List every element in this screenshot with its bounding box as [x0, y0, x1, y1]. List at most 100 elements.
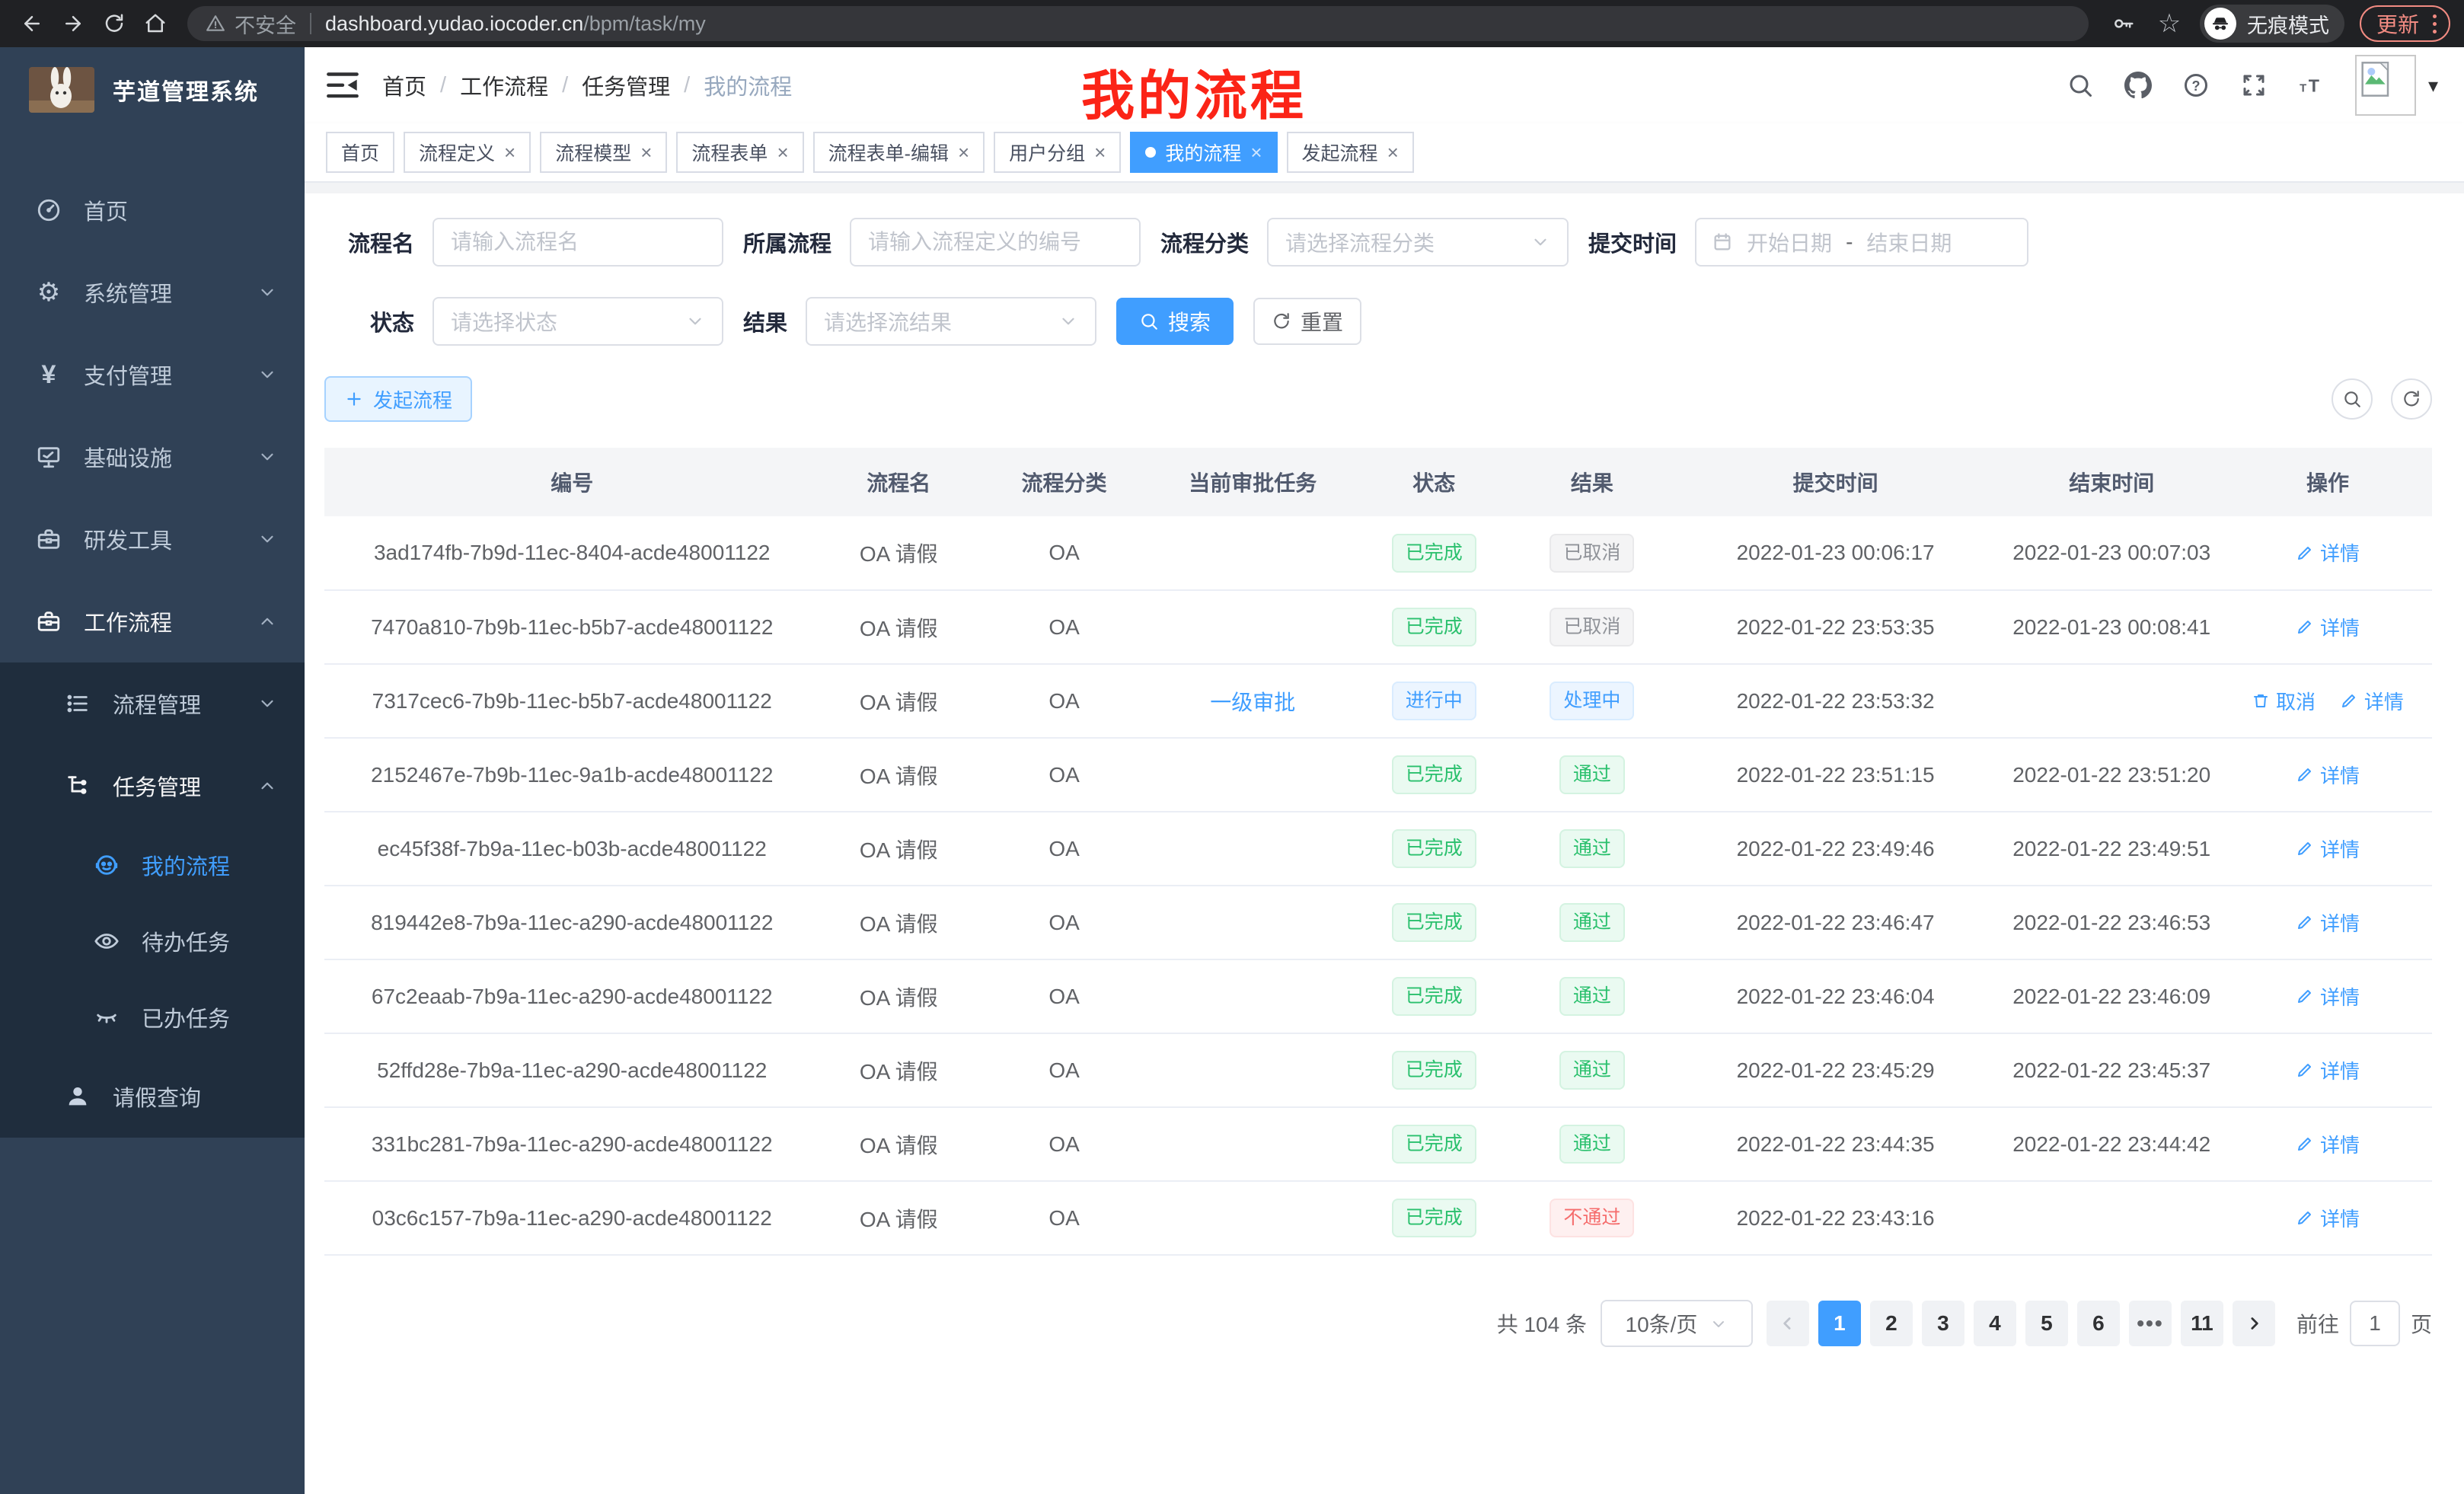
address-bar[interactable]: 不安全 dashboard.yudao.iocoder.cn /bpm/task…	[187, 6, 2089, 41]
goto-page-input[interactable]	[2350, 1301, 2400, 1346]
app-title: 芋道管理系统	[113, 73, 259, 107]
page-button-1[interactable]: 1	[1818, 1301, 1861, 1346]
sidebar-item-dev-tools[interactable]: 研发工具	[0, 498, 305, 580]
close-icon[interactable]: ×	[1250, 141, 1262, 164]
close-icon[interactable]: ×	[777, 141, 788, 164]
reset-button[interactable]: 重置	[1253, 298, 1361, 345]
sidebar-item-leave-query[interactable]: 请假查询	[0, 1055, 305, 1138]
detail-button[interactable]: 详情	[2296, 1056, 2360, 1084]
result-select[interactable]: 请选择流结果	[806, 297, 1096, 346]
start-date-placeholder[interactable]: 开始日期	[1747, 227, 1832, 257]
page-button-3[interactable]: 3	[1922, 1301, 1964, 1346]
browser-menu-icon[interactable]	[2433, 14, 2437, 34]
svg-text:T: T	[2300, 82, 2306, 94]
process-definition-input[interactable]	[850, 218, 1141, 267]
col-current-task: 当前审批任务	[1151, 448, 1355, 516]
sidebar-fold-icon[interactable]	[326, 70, 359, 101]
tab-home[interactable]: 首页	[326, 132, 394, 173]
help-icon[interactable]: ?	[2182, 71, 2210, 100]
current-task-link[interactable]: 一级审批	[1210, 691, 1295, 714]
sidebar-item-todo-tasks[interactable]: 待办任务	[0, 903, 305, 979]
status-badge: 已完成	[1392, 755, 1476, 794]
fullscreen-icon[interactable]	[2239, 71, 2268, 100]
prev-page-button[interactable]	[1767, 1301, 1809, 1346]
process-name-label: 流程名	[324, 226, 414, 258]
tab-start-process[interactable]: 发起流程×	[1287, 132, 1414, 173]
tabbar-gap	[305, 183, 2464, 193]
refresh-table-button[interactable]	[2391, 378, 2432, 420]
tab-process-form-edit[interactable]: 流程表单-编辑×	[813, 132, 985, 173]
home-icon[interactable]	[137, 5, 174, 42]
tab-process-model[interactable]: 流程模型×	[540, 132, 667, 173]
page-size-select[interactable]: 10条/页	[1601, 1300, 1753, 1347]
sidebar-item-task-management[interactable]: 任务管理	[0, 745, 305, 827]
page-button-2[interactable]: 2	[1870, 1301, 1913, 1346]
update-button[interactable]: 更新	[2360, 5, 2450, 42]
font-size-icon[interactable]: TT	[2297, 71, 2326, 100]
close-icon[interactable]: ×	[640, 141, 652, 164]
toggle-search-button[interactable]	[2332, 378, 2373, 420]
breadcrumb-task-management[interactable]: 任务管理	[582, 69, 670, 101]
sidebar-item-done-tasks[interactable]: 已办任务	[0, 979, 305, 1055]
detail-button[interactable]: 详情	[2296, 613, 2360, 641]
filter-row-1: 流程名 所属流程 流程分类 请选择流程分类 提交时间 开始日期 - 结束日期	[324, 218, 2432, 267]
browser-window: 不安全 dashboard.yudao.iocoder.cn /bpm/task…	[0, 0, 2464, 1494]
next-page-button[interactable]	[2233, 1301, 2275, 1346]
page-button-4[interactable]: 4	[1974, 1301, 2016, 1346]
detail-button[interactable]: 详情	[2296, 908, 2360, 937]
sidebar-item-system[interactable]: ⚙ 系统管理	[0, 251, 305, 334]
close-icon[interactable]: ×	[1094, 141, 1106, 164]
tab-my-processes[interactable]: 我的流程×	[1130, 132, 1277, 173]
search-icon[interactable]	[2066, 71, 2095, 100]
submit-time-range-picker[interactable]: 开始日期 - 结束日期	[1695, 218, 2028, 267]
breadcrumb-workflow[interactable]: 工作流程	[460, 69, 548, 101]
result-badge: 处理中	[1550, 682, 1634, 720]
github-icon[interactable]	[2124, 71, 2153, 100]
cancel-button[interactable]: 取消	[2252, 687, 2316, 715]
forward-icon[interactable]	[55, 5, 91, 42]
sidebar-item-my-processes[interactable]: 我的流程	[0, 827, 305, 903]
process-name-input[interactable]	[432, 218, 723, 267]
end-date-placeholder[interactable]: 结束日期	[1866, 227, 1952, 257]
detail-button[interactable]: 详情	[2296, 835, 2360, 863]
sidebar-item-payment[interactable]: ¥ 支付管理	[0, 334, 305, 416]
back-icon[interactable]	[14, 5, 50, 42]
sidebar-item-process-management[interactable]: 流程管理	[0, 662, 305, 745]
tab-process-form[interactable]: 流程表单×	[676, 132, 803, 173]
chevron-down-icon: ▾	[2428, 74, 2438, 97]
total-count: 共 104 条	[1497, 1308, 1587, 1339]
navbar-actions: ? TT ▾	[2066, 55, 2438, 116]
close-icon[interactable]: ×	[1387, 141, 1399, 164]
tab-process-definition[interactable]: 流程定义×	[404, 132, 531, 173]
detail-button[interactable]: 详情	[2296, 761, 2360, 789]
process-category-select[interactable]: 请选择流程分类	[1267, 218, 1569, 267]
sidebar-item-home[interactable]: 首页	[0, 169, 305, 251]
detail-button[interactable]: 详情	[2296, 1204, 2360, 1232]
detail-button[interactable]: 详情	[2296, 538, 2360, 567]
page-button-5[interactable]: 5	[2025, 1301, 2068, 1346]
close-icon[interactable]: ×	[958, 141, 969, 164]
more-pages-button[interactable]: •••	[2129, 1301, 2172, 1346]
bookmark-star-icon[interactable]: ☆	[2154, 5, 2185, 42]
password-key-icon[interactable]	[2108, 5, 2139, 42]
sidebar-item-workflow[interactable]: 工作流程	[0, 580, 305, 662]
breadcrumb-home[interactable]: 首页	[382, 69, 426, 101]
chevron-down-icon	[1058, 311, 1078, 331]
search-button[interactable]: 搜索	[1116, 298, 1234, 345]
detail-button[interactable]: 详情	[2340, 687, 2404, 715]
detail-button[interactable]: 详情	[2296, 1130, 2360, 1158]
start-process-button[interactable]: 发起流程	[324, 376, 472, 422]
status-select[interactable]: 请选择状态	[432, 297, 723, 346]
tab-user-group[interactable]: 用户分组×	[994, 132, 1121, 173]
incognito-label: 无痕模式	[2247, 9, 2329, 39]
page-button-11[interactable]: 11	[2181, 1301, 2223, 1346]
chevron-down-icon	[257, 283, 277, 302]
page-button-6[interactable]: 6	[2077, 1301, 2120, 1346]
sidebar-item-infrastructure[interactable]: 基础设施	[0, 416, 305, 498]
user-menu[interactable]: ▾	[2355, 55, 2438, 116]
reload-icon[interactable]	[96, 5, 132, 42]
search-icon	[1139, 311, 1159, 331]
close-icon[interactable]: ×	[504, 141, 515, 164]
detail-button[interactable]: 详情	[2296, 982, 2360, 1010]
chevron-down-icon	[257, 694, 277, 713]
